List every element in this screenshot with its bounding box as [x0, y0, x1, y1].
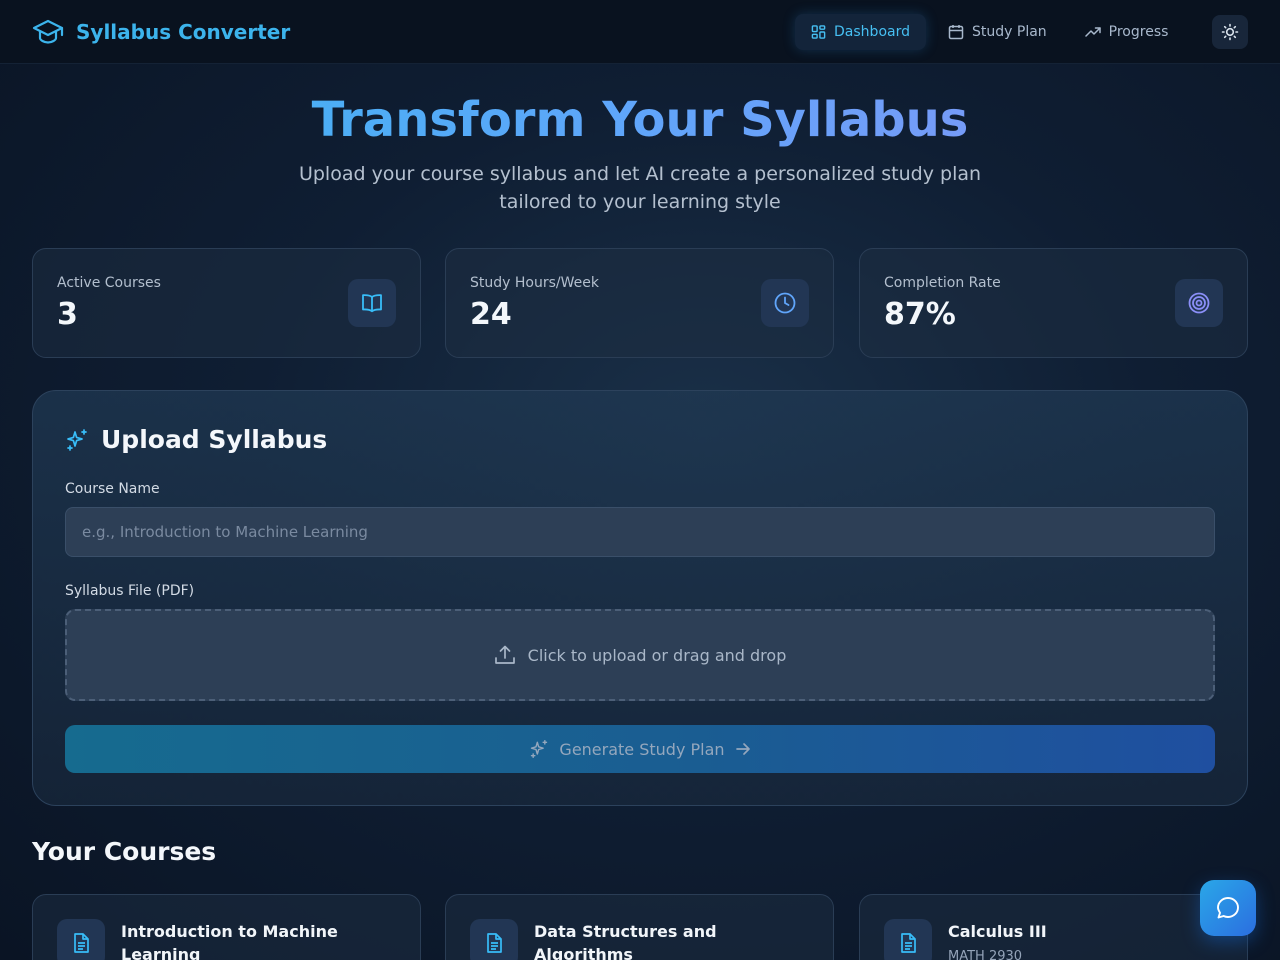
- course-name: Data Structures and Algorithms: [534, 922, 717, 960]
- file-text-icon: [884, 919, 932, 960]
- nav-dashboard-label: Dashboard: [834, 24, 910, 40]
- nav-progress-label: Progress: [1108, 24, 1169, 40]
- top-navbar: Syllabus Converter Dashboard Study Plan …: [0, 0, 1280, 64]
- stat-label: Study Hours/Week: [470, 275, 599, 291]
- course-card[interactable]: Data Structures and Algorithms: [445, 894, 834, 960]
- stat-card-study-hours: Study Hours/Week 24: [445, 248, 834, 358]
- nav-study-plan[interactable]: Study Plan: [932, 14, 1063, 50]
- stat-value: 3: [57, 297, 78, 332]
- stat-label: Active Courses: [57, 275, 161, 291]
- nav-dashboard[interactable]: Dashboard: [795, 14, 926, 50]
- target-icon: [1175, 279, 1223, 327]
- clock-icon: [761, 279, 809, 327]
- course-code: MATH 2930: [948, 949, 1023, 960]
- course-name: Calculus III: [948, 922, 1047, 941]
- stat-card-completion-rate: Completion Rate 87%: [859, 248, 1248, 358]
- hero-title: Transform Your Syllabus: [0, 90, 1280, 150]
- chat-button[interactable]: [1200, 880, 1256, 936]
- layout-grid-icon: [811, 25, 826, 39]
- graduation-cap-icon: [32, 17, 64, 47]
- app-title: Syllabus Converter: [76, 20, 291, 44]
- brand[interactable]: Syllabus Converter: [32, 17, 290, 47]
- stat-label: Completion Rate: [884, 275, 1001, 291]
- stat-card-active-courses: Active Courses 3: [32, 248, 421, 358]
- stat-value: 24: [470, 297, 512, 332]
- generate-button-label: Generate Study Plan: [559, 739, 725, 759]
- sparkles-icon: [67, 428, 87, 451]
- upload-panel-header: Upload Syllabus: [65, 425, 327, 454]
- course-name: Introduction to Machine Learning: [121, 922, 338, 960]
- file-text-icon: [470, 919, 518, 960]
- upload-panel-title: Upload Syllabus: [101, 425, 328, 454]
- courses-section-title: Your Courses: [32, 837, 217, 866]
- file-dropzone[interactable]: Click to upload or drag and drop: [65, 609, 1215, 701]
- file-text-icon: [57, 919, 105, 960]
- book-open-icon: [348, 279, 396, 327]
- theme-toggle-button[interactable]: [1212, 15, 1248, 49]
- dropzone-text: Click to upload or drag and drop: [527, 645, 787, 665]
- course-name-input[interactable]: [65, 507, 1215, 557]
- hero-subtitle: Upload your course syllabus and let AI c…: [298, 163, 982, 213]
- main-nav: Dashboard Study Plan Progress: [795, 14, 1190, 50]
- course-card[interactable]: Introduction to Machine Learning: [32, 894, 421, 960]
- arrow-right-icon: [735, 743, 750, 755]
- upload-panel: Upload Syllabus Course Name Syllabus Fil…: [32, 390, 1248, 806]
- course-name-label: Course Name: [65, 481, 160, 497]
- nav-progress[interactable]: Progress: [1069, 14, 1185, 50]
- syllabus-file-label: Syllabus File (PDF): [65, 583, 195, 599]
- sun-icon: [1221, 23, 1239, 41]
- generate-study-plan-button[interactable]: Generate Study Plan: [65, 725, 1215, 773]
- upload-icon: [494, 645, 515, 664]
- message-circle-icon: [1217, 897, 1239, 919]
- nav-study-plan-label: Study Plan: [972, 24, 1047, 40]
- calendar-icon: [948, 25, 964, 40]
- sparkles-icon: [531, 739, 548, 759]
- stat-value: 87%: [884, 297, 956, 332]
- trending-up-icon: [1084, 27, 1101, 37]
- course-card[interactable]: Calculus III MATH 2930: [859, 894, 1248, 960]
